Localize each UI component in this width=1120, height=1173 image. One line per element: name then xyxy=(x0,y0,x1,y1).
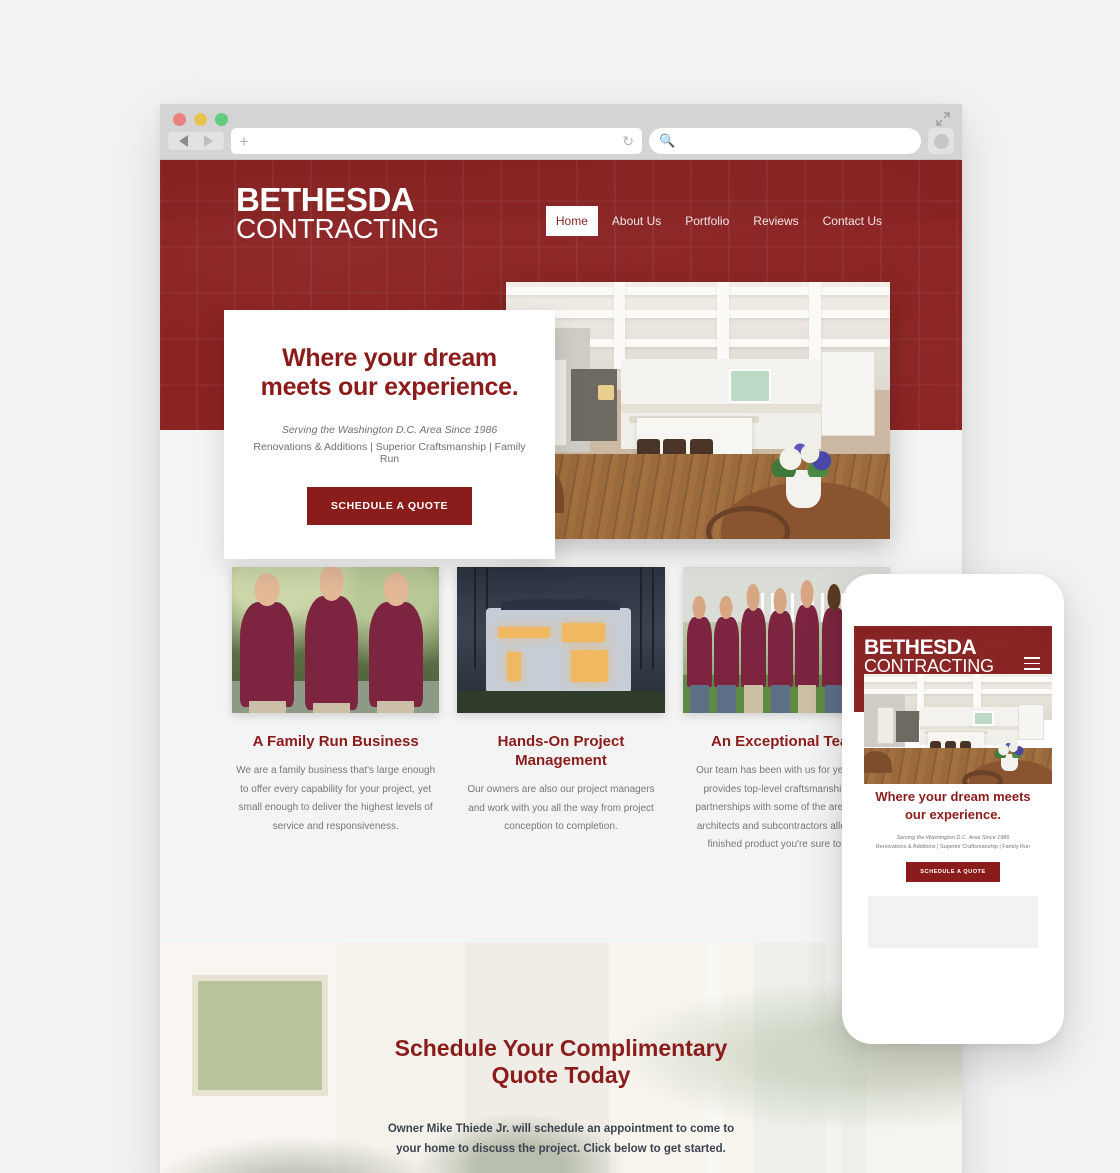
cta-heading: Schedule Your Complimentary Quote Today xyxy=(160,1035,962,1089)
feature-card-body: We are a family business that's large en… xyxy=(236,765,436,832)
hero-headline: Where your dream meets our experience. xyxy=(248,344,531,402)
search-input[interactable]: 🔍 xyxy=(649,128,921,154)
modern-home-photo xyxy=(457,567,665,713)
forward-button[interactable] xyxy=(204,135,213,147)
hero-headline-line-2: meets our experience. xyxy=(260,372,519,401)
window-traffic-lights xyxy=(173,113,228,126)
zoom-window-button[interactable] xyxy=(215,113,228,126)
feature-card-family-run[interactable]: A Family Run Business We are a family bu… xyxy=(232,567,440,836)
search-icon: 🔍 xyxy=(659,133,676,148)
schedule-a-quote-button[interactable]: SCHEDULE A QUOTE xyxy=(306,486,473,525)
mobile-subtitle-2: Renovations & Additions | Superior Craft… xyxy=(875,844,1031,851)
mobile-logo[interactable]: BETHESDA CONTRACTING xyxy=(864,636,994,676)
feature-card-project-management[interactable]: Hands-On Project Management Our owners a… xyxy=(457,567,665,837)
hamburger-menu-icon[interactable] xyxy=(1024,657,1040,674)
address-bar[interactable]: + ↻ xyxy=(231,128,642,154)
screenshot-stage: + ↻ 🔍 BETHESDA CONTRACTING Home About Us… xyxy=(0,0,1120,1173)
minimize-window-button[interactable] xyxy=(194,113,207,126)
new-tab-icon[interactable]: + xyxy=(239,133,249,150)
phone-screen: BETHESDA CONTRACTING Where your dream me… xyxy=(854,626,1052,986)
hero-card: Where your dream meets our experience. S… xyxy=(224,310,555,559)
close-window-button[interactable] xyxy=(173,113,186,126)
nav-item-contact-us[interactable]: Contact Us xyxy=(813,206,892,236)
nav-item-reviews[interactable]: Reviews xyxy=(743,206,808,236)
mobile-logo-line-2: CONTRACTING xyxy=(864,655,994,676)
nav-item-portfolio[interactable]: Portfolio xyxy=(675,206,739,236)
phone-mockup: BETHESDA CONTRACTING Where your dream me… xyxy=(842,574,1064,1044)
hero-headline-line-1: Where your dream xyxy=(282,344,497,372)
expand-icon[interactable] xyxy=(935,111,951,127)
mobile-subtitle-1: Serving the Washington D.C. Area Since 1… xyxy=(896,835,1010,842)
browser-chrome: + ↻ 🔍 xyxy=(160,104,962,160)
profile-button[interactable] xyxy=(928,128,954,154)
hero-subtitle-1: Serving the Washington D.C. Area Since 1… xyxy=(281,423,498,436)
nav-item-home[interactable]: Home xyxy=(545,206,598,236)
cta-heading-line-2: Quote Today xyxy=(491,1061,631,1088)
feature-card-title: A Family Run Business xyxy=(252,733,419,750)
cta-heading-line-1: Schedule Your Complimentary xyxy=(394,1034,728,1061)
feature-card-title: Hands-On Project Management xyxy=(497,733,625,770)
back-button[interactable] xyxy=(179,135,188,147)
logo-line-2: CONTRACTING xyxy=(236,213,440,245)
cta-body: Owner Mike Thiede Jr. will schedule an a… xyxy=(160,1119,962,1159)
hero-subtitle-2: Renovations & Additions | Superior Craft… xyxy=(253,440,526,465)
mobile-placeholder-block xyxy=(868,896,1038,949)
reload-icon[interactable]: ↻ xyxy=(622,133,634,150)
cta-body-line-2: your home to discuss the project. Click … xyxy=(396,1143,726,1156)
cta-body-line-1: Owner Mike Thiede Jr. will schedule an a… xyxy=(387,1122,735,1135)
mobile-headline: Where your dream meets our experience. xyxy=(875,789,1031,822)
feature-card-body: Our owners are also our project managers… xyxy=(467,784,655,833)
nav-item-about-us[interactable]: About Us xyxy=(602,206,671,236)
mobile-schedule-a-quote-button[interactable]: SCHEDULE A QUOTE xyxy=(906,862,1000,883)
mobile-hero-kitchen-photo xyxy=(864,674,1052,784)
browser-toolbar: + ↻ 🔍 xyxy=(168,128,954,154)
mobile-logo-line-1: BETHESDA xyxy=(864,636,977,659)
hero-kitchen-photo xyxy=(506,282,890,539)
family-owners-photo xyxy=(232,567,440,713)
nav-button-group xyxy=(168,132,224,150)
logo-line-1: BETHESDA xyxy=(236,181,415,218)
site-logo[interactable]: BETHESDA CONTRACTING xyxy=(236,181,440,245)
main-navigation: Home About Us Portfolio Reviews Contact … xyxy=(545,206,892,236)
